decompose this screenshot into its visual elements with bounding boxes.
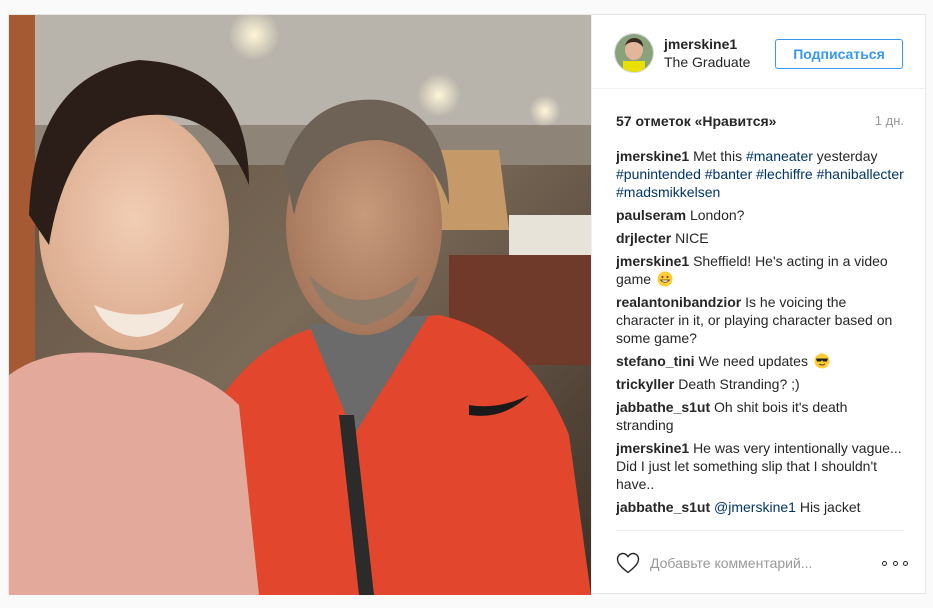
likes-count[interactable]: 57 отметок «Нравится» (616, 113, 776, 129)
comment-user[interactable]: jmerskine1 (616, 148, 689, 164)
list-item: jmerskine1 Sheffield! He's acting in a v… (616, 252, 906, 288)
list-item: paulseram London? (616, 206, 906, 224)
hashtag-link[interactable]: #punintended (616, 166, 701, 182)
comment-user[interactable]: jmerskine1 (616, 440, 689, 456)
post-card: jmerskine1 The Graduate Подписаться 57 о… (8, 14, 927, 595)
divider (616, 530, 904, 531)
list-item: jmerskine1 He was very intentionally vag… (616, 439, 906, 493)
comment-user[interactable]: stefano_tini (616, 353, 695, 369)
post-age[interactable]: 1 дн. (875, 113, 904, 128)
post-side-panel: jmerskine1 The Graduate Подписаться 57 о… (591, 15, 927, 595)
comment-text: yesterday (816, 148, 878, 164)
comment-text: NICE (675, 230, 709, 246)
more-options-icon[interactable] (882, 553, 908, 573)
list-item: jabbathe_s1ut @jmerskine1 His jacket (616, 498, 906, 516)
mention-link[interactable]: @jmerskine1 (714, 499, 796, 515)
comment-user[interactable]: drjlecter (616, 230, 671, 246)
hashtag-link[interactable]: #lechiffre (756, 166, 813, 182)
caption-comment: jmerskine1 Met this #maneater yesterday … (616, 147, 906, 201)
grinning-face-icon (657, 271, 673, 287)
comment-user[interactable]: realantonibandzior (616, 294, 741, 310)
list-item: jabbathe_s1ut Oh shit bois it's death st… (616, 398, 906, 434)
post-username[interactable]: jmerskine1 (664, 36, 737, 52)
likes-row: 57 отметок «Нравится» 1 дн. (616, 113, 904, 131)
comments-list[interactable]: jmerskine1 Met this #maneater yesterday … (616, 147, 906, 531)
heart-outline-icon[interactable] (616, 552, 640, 574)
dot (903, 560, 908, 566)
comment-text: London? (689, 207, 745, 223)
list-item: stefano_tini We need updates (616, 352, 906, 370)
comment-text: Death Stranding? ;) (678, 376, 800, 392)
comment-bar (616, 545, 908, 581)
comment-text: Met this (693, 148, 743, 164)
follow-button[interactable]: Подписаться (775, 39, 903, 69)
list-item: trickyller Death Stranding? ;) (616, 375, 906, 393)
comment-user[interactable]: jmerskine1 (616, 253, 689, 269)
add-comment-input[interactable] (650, 553, 870, 573)
comment-user[interactable]: jabbathe_s1ut (616, 499, 710, 515)
dot (882, 560, 887, 566)
comment-user[interactable]: jabbathe_s1ut (616, 399, 710, 415)
hashtag-link[interactable]: #maneater (746, 148, 813, 164)
dot (892, 560, 898, 566)
post-photo[interactable] (9, 15, 591, 595)
comment-text: We need updates (698, 353, 808, 369)
comment-text: His jacket (799, 499, 861, 515)
selfie-image (9, 15, 591, 595)
hashtag-link[interactable]: #madsmikkelsen (616, 184, 720, 200)
list-item: drjlecter NICE (616, 229, 906, 247)
list-item: realantonibandzior Is he voicing the cha… (616, 293, 906, 347)
comment-user[interactable]: trickyller (616, 376, 674, 392)
hashtag-link[interactable]: #banter (705, 166, 752, 182)
post-header: jmerskine1 The Graduate Подписаться (592, 15, 927, 89)
avatar[interactable] (614, 33, 654, 73)
comment-user[interactable]: paulseram (616, 207, 686, 223)
hashtag-link[interactable]: #haniballecter (817, 166, 904, 182)
sunglasses-face-icon (814, 353, 830, 369)
post-location[interactable]: The Graduate (664, 54, 750, 70)
